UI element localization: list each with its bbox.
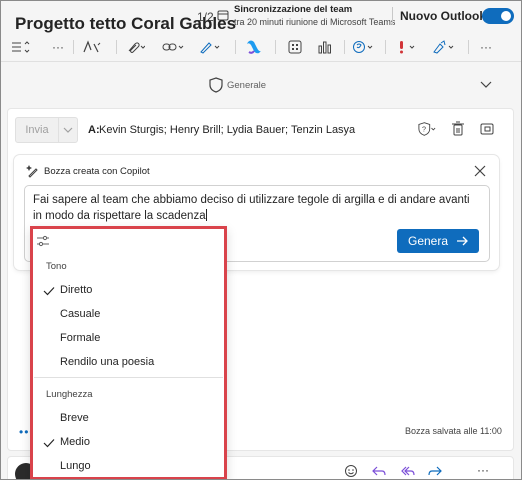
sensitivity-label: Generale [227, 80, 267, 91]
new-outlook-toggle[interactable] [482, 8, 514, 24]
draw-icon[interactable] [198, 38, 222, 56]
text-caret [205, 209, 207, 221]
divider [73, 40, 74, 54]
shield-icon [209, 77, 223, 93]
send-options-button[interactable] [58, 117, 78, 143]
length-header: Lunghezza [46, 389, 93, 400]
divider [235, 40, 236, 54]
notification-title[interactable]: Sincronizzazione del team [234, 4, 352, 15]
arrow-right-icon [457, 236, 468, 246]
more-options-icon[interactable]: ··· [477, 38, 495, 56]
attach-icon[interactable] [124, 38, 146, 56]
help-icon[interactable]: ? [418, 120, 436, 138]
tone-option-poem[interactable]: Rendilo una poesia [60, 356, 154, 368]
notification-subtitle: tra 20 minuti riunione di Microsoft Team… [234, 17, 396, 27]
copilot-prompt-text[interactable]: Fai sapere al team che abbiamo deciso di… [33, 192, 481, 224]
emoji-icon[interactable] [343, 464, 359, 478]
chevron-down-icon[interactable] [479, 79, 493, 93]
recipients-field[interactable]: Kevin Sturgis; Henry Brill; Lydia Bauer;… [99, 124, 355, 136]
menu-divider [34, 377, 223, 378]
draft-saved-status: Bozza salvata alle 11:00 [405, 426, 502, 436]
email-subject: Progetto tetto Coral Gables [15, 14, 237, 33]
send-button[interactable]: Invia [15, 117, 59, 143]
apps-icon[interactable] [286, 38, 304, 56]
tone-option-formal[interactable]: Formale [60, 332, 100, 344]
sensitivity-icon[interactable] [431, 38, 457, 56]
svg-text:?: ? [422, 125, 426, 134]
chart-icon[interactable] [316, 38, 334, 56]
copilot-title: Bozza creata con Copilot [44, 166, 150, 177]
tone-header: Tono [46, 261, 67, 272]
length-option-long[interactable]: Lungo [60, 460, 91, 472]
divider [392, 7, 393, 25]
divider [344, 40, 345, 54]
copilot-icon[interactable] [244, 38, 264, 56]
sliders-icon[interactable] [36, 234, 50, 248]
length-option-medium[interactable]: Medio [60, 436, 90, 448]
prompt-value: Fai sapere al team che abbiamo deciso di… [33, 194, 470, 222]
divider [385, 40, 386, 54]
loop-icon[interactable] [351, 38, 375, 56]
generate-label: Genera [407, 234, 449, 248]
outlook-window: 1/2 Sincronizzazione del team tra 20 min… [0, 0, 522, 480]
sparkle-pen-icon [26, 164, 40, 178]
tone-option-direct[interactable]: Diretto [60, 284, 92, 296]
trash-icon[interactable] [449, 120, 467, 138]
divider [468, 40, 469, 54]
format-painter-icon[interactable] [81, 38, 103, 56]
checkmark-icon [43, 285, 55, 296]
new-outlook-label: Nuovo Outlook [400, 9, 486, 23]
generate-button[interactable]: Genera [397, 229, 479, 253]
pop-out-icon[interactable] [478, 120, 496, 138]
more-options-icon[interactable]: ··· [49, 38, 67, 56]
toggle-knob [501, 11, 511, 21]
divider [275, 40, 276, 54]
length-option-short[interactable]: Breve [60, 412, 89, 424]
more-options-icon[interactable]: ··· [475, 463, 491, 477]
to-label[interactable]: A: [88, 124, 100, 136]
reply-icon[interactable] [371, 464, 387, 478]
link-icon[interactable] [161, 38, 185, 56]
tone-option-casual[interactable]: Casuale [60, 308, 100, 320]
importance-icon[interactable] [394, 38, 418, 56]
divider [116, 40, 117, 54]
reply-all-icon[interactable] [399, 464, 415, 478]
checkmark-icon [43, 437, 55, 448]
forward-icon[interactable] [427, 464, 443, 478]
chevron-down-icon [63, 127, 73, 133]
close-icon[interactable] [473, 164, 487, 178]
text-format-icon[interactable] [11, 38, 33, 56]
